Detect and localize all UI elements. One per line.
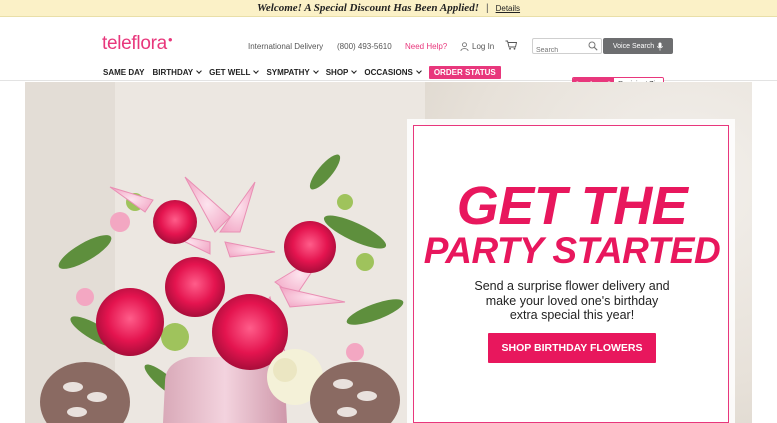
nav-same-day[interactable]: SAME DAY [103,68,145,77]
body-line-3: extra special this year! [509,308,635,323]
nav-shop[interactable]: SHOP [325,67,358,77]
hero-banner[interactable]: GET THE PARTY STARTED Send a surprise fl… [25,82,752,423]
chevron-down-icon [312,68,319,74]
voice-search-button[interactable]: Voice Search [603,38,673,54]
headline-line-1: GET THE [456,176,688,236]
nav-birthday-label: BIRTHDAY [152,67,194,77]
nav-sympathy-label: SYMPATHY [266,67,310,77]
site-header: teleflora● International Delivery (800) … [0,17,777,92]
chevron-down-icon [196,68,202,74]
login-label: Log In [472,42,495,51]
teleflora-logo[interactable]: teleflora● [102,33,173,55]
logo-dot-icon: ● [167,34,173,44]
user-icon [460,42,469,51]
search-input[interactable] [533,43,585,58]
nav-occasions-label: OCCASIONS [364,67,413,77]
cart-icon[interactable] [505,40,517,50]
headline-line-2: PARTY STARTED [423,229,721,271]
nav-occasions[interactable]: OCCASIONS [364,67,422,77]
promo-message: Welcome! A Special Discount Has Been App… [256,2,479,14]
nav-sympathy[interactable]: SYMPATHY [266,67,319,77]
login-link[interactable]: Log In [460,42,494,51]
nav-same-day-label: SAME DAY [103,67,145,77]
phone-link[interactable]: (800) 493-5610 [337,42,392,51]
nav-birthday[interactable]: BIRTHDAY [153,68,202,77]
international-delivery-link[interactable]: International Delivery [248,42,323,51]
promo-details-link[interactable]: Details [496,4,520,13]
voice-search-label: Voice Search [612,42,655,50]
body-line-1: Send a surprise flower delivery and [474,279,670,293]
hero-headline: GET THE PARTY STARTED [414,176,730,271]
shop-birthday-flowers-button[interactable]: SHOP BIRTHDAY FLOWERS [488,333,656,363]
nav-shop-label: SHOP [325,67,349,77]
nav-get-well[interactable]: GET WELL [209,67,260,77]
logo-text: teleflora [102,33,167,54]
promo-separator: | [485,2,489,14]
nav-get-well-label: GET WELL [209,67,251,77]
chevron-down-icon [253,68,260,74]
hero-body-text: Send a surprise flower delivery and make… [434,279,710,323]
promo-banner: Welcome! A Special Discount Has Been App… [0,0,777,17]
search-icon[interactable] [588,41,598,51]
main-nav: SAME DAY BIRTHDAY GET WELL SYMPATHY SHOP… [103,65,501,79]
need-help-link[interactable]: Need Help? [405,42,447,51]
order-status-button[interactable]: ORDER STATUS [428,65,501,79]
flower-bouquet-image [25,82,425,423]
microphone-icon [657,42,663,51]
promo-panel: GET THE PARTY STARTED Send a surprise fl… [407,119,735,423]
body-line-2: make your loved one's birthday [485,293,659,308]
chevron-down-icon [415,68,422,74]
chevron-down-icon [351,68,358,74]
search-box [532,38,602,58]
